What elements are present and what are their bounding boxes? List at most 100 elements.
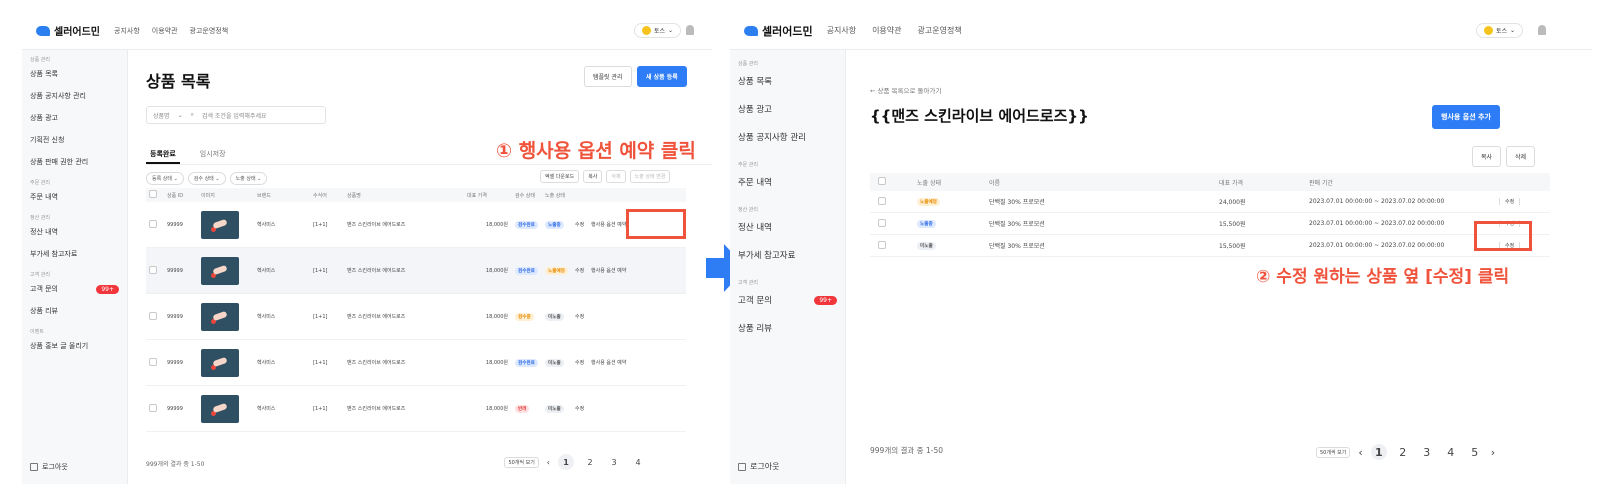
page-number[interactable]: 2	[582, 454, 598, 470]
filter-expose-status[interactable]: 노출 상태 ⌄	[229, 172, 268, 185]
filter-review-status[interactable]: 검수 상태 ⌄	[187, 172, 226, 185]
brand-logo[interactable]: 셀러어드민	[744, 23, 813, 39]
row-checkbox[interactable]	[878, 196, 886, 205]
copy-button[interactable]: 복사	[1472, 146, 1502, 167]
sidebar-item[interactable]: 고객 문의 99+	[22, 278, 127, 300]
page-number[interactable]: 1	[558, 454, 574, 470]
sidebar-item[interactable]: 부가세 참고자료	[730, 241, 845, 269]
table-row[interactable]: 노출중 단백질 30% 프로모션 15,500원 2023.07.01 00:00:0…	[870, 213, 1550, 235]
table-row[interactable]: 99999 헥사미스 [1+1] 맨즈 스킨라이브 에어드로즈 18,000원 검수중 미노…	[146, 294, 686, 340]
sidebar-item[interactable]: 정산 내역	[22, 221, 127, 243]
sidebar-item[interactable]: 상품 광고	[22, 107, 127, 129]
edit-link[interactable]: 수정	[572, 267, 588, 274]
product-name[interactable]: 맨즈 스킨라이브 에어드로즈	[344, 313, 464, 320]
search-field-select[interactable]: 상품명	[153, 111, 170, 120]
logout-button[interactable]: 로그아웃	[30, 462, 68, 472]
row-checkbox[interactable]	[149, 219, 157, 228]
table-row[interactable]: 99999 헥사미스 [1+1] 맨즈 스킨라이브 에어드로즈 18,000원 반려 미노출…	[146, 386, 686, 432]
search-bar[interactable]: 상품명 ⌄ ⌕ 검색 조건을 입력해주세요	[146, 106, 326, 124]
sidebar-item[interactable]: 상품 광고	[730, 95, 845, 123]
bell-icon[interactable]	[1538, 25, 1546, 35]
table-row[interactable]: 99999 헥사미스 [1+1] 맨즈 스킨라이브 에어드로즈 18,000원 검수완료 노…	[146, 248, 686, 294]
nav-terms[interactable]: 이용약관	[872, 25, 901, 36]
nav-notice[interactable]: 공지사항	[827, 25, 856, 36]
edit-link[interactable]: 수정	[572, 405, 588, 412]
page-number[interactable]: 3	[606, 454, 622, 470]
logout-button[interactable]: 로그아웃	[738, 461, 779, 472]
product-name[interactable]: 맨즈 스킨라이브 에어드로즈	[344, 221, 464, 228]
page-number[interactable]: 4	[630, 454, 646, 470]
product-name[interactable]: 맨즈 스킨라이브 에어드로즈	[344, 267, 464, 274]
edit-link[interactable]: 수정	[572, 221, 588, 228]
row-checkbox[interactable]	[149, 311, 157, 320]
excel-download-button[interactable]: 엑셀 다운로드	[540, 170, 580, 183]
row-checkbox[interactable]	[149, 357, 157, 366]
edit-button[interactable]: 수정	[1499, 198, 1521, 205]
sidebar-item[interactable]: 상품 판매 권한 관리	[22, 151, 127, 173]
delete-button[interactable]: 삭제	[606, 170, 626, 183]
sidebar-item[interactable]: 기획전 신청	[22, 129, 127, 151]
row-checkbox[interactable]	[878, 218, 886, 227]
sidebar-item[interactable]: 고객 문의 99+	[730, 286, 845, 314]
per-page-select[interactable]: 50개씩 보기	[504, 456, 539, 468]
table-row[interactable]: 99999 헥사미스 [1+1] 맨즈 스킨라이브 에어드로즈 18,000원 검수완료 미…	[146, 340, 686, 386]
delete-button[interactable]: 삭제	[1506, 146, 1536, 167]
table-row[interactable]: 99999 헥사미스 [1+1] 맨즈 스킨라이브 에어드로즈 18,000원 검수완료 노…	[146, 202, 686, 248]
new-product-button[interactable]: 새 상품 등록	[637, 66, 687, 87]
page-number[interactable]: 2	[1395, 444, 1411, 460]
nav-terms[interactable]: 이용약관	[152, 26, 178, 36]
sidebar-item[interactable]: 주문 내역	[730, 168, 845, 196]
page-number[interactable]: 1	[1370, 444, 1387, 460]
filter-register-status[interactable]: 등록 상태 ⌄	[146, 172, 184, 185]
event-option-reserve-link[interactable]: 행사용 옵션 예약	[588, 267, 646, 274]
step1-callout: ① 행사용 옵션 예약 클릭	[496, 140, 696, 162]
sidebar-item[interactable]: 주문 내역	[22, 186, 127, 208]
tab-draft[interactable]: 임시저장	[196, 145, 230, 164]
nav-notice[interactable]: 공지사항	[114, 26, 140, 36]
tab-registered[interactable]: 등록완료	[146, 145, 180, 164]
template-manage-button[interactable]: 템플릿 관리	[584, 66, 632, 87]
nav-ad-policy[interactable]: 광고운영정책	[918, 25, 962, 36]
prev-page-icon[interactable]: ‹	[1358, 446, 1362, 459]
prev-page-icon[interactable]: ‹	[547, 458, 550, 467]
sidebar-item[interactable]: 상품 홍보 글 올리기	[22, 335, 127, 357]
product-name[interactable]: 맨즈 스킨라이브 에어드로즈	[344, 405, 464, 412]
product-name[interactable]: 맨즈 스킨라이브 에어드로즈	[344, 359, 464, 366]
sidebar-item[interactable]: 정산 내역	[730, 213, 845, 241]
table-row[interactable]: 미노출 단백질 30% 프로모션 15,500원 2023.07.01 00:00:0…	[870, 235, 1550, 257]
select-all-checkbox[interactable]	[870, 177, 914, 187]
row-checkbox[interactable]	[149, 265, 157, 274]
brand-logo[interactable]: 셀러어드민	[36, 23, 100, 38]
sidebar-item[interactable]: 상품 목록	[22, 63, 127, 85]
edit-link[interactable]: 수정	[572, 359, 588, 366]
back-link[interactable]: ← 상품 목록으로 돌아가기	[870, 85, 941, 95]
event-option-reserve-link[interactable]: 행사용 옵션 예약	[588, 359, 646, 366]
select-all-checkbox[interactable]	[146, 190, 164, 200]
edit-link[interactable]: 수정	[572, 313, 588, 320]
sidebar-item[interactable]: 부가세 참고자료	[22, 243, 127, 265]
sidebar-item[interactable]: 상품 리뷰	[22, 300, 127, 322]
search-input[interactable]: 검색 조건을 입력해주세요	[202, 111, 267, 120]
user-menu[interactable]: 토스 ⌄	[1476, 23, 1524, 38]
copy-button[interactable]: 복사	[583, 170, 603, 183]
modifier: [1+1]	[313, 359, 328, 366]
bell-icon[interactable]	[686, 25, 694, 35]
sidebar-item[interactable]: 상품 공지사항 관리	[730, 123, 845, 151]
page-number[interactable]: 4	[1443, 444, 1459, 460]
page-number[interactable]: 3	[1419, 444, 1435, 460]
page-number[interactable]: 5	[1467, 444, 1483, 460]
row-checkbox[interactable]	[878, 240, 886, 249]
table-row[interactable]: 노출예정 단백질 30% 프로모션 24,000원 2023.07.01 00:00:…	[870, 191, 1550, 213]
next-page-icon[interactable]: ›	[1491, 446, 1495, 459]
nav-ad-policy[interactable]: 광고운영정책	[190, 26, 229, 36]
sidebar-item[interactable]: 상품 공지사항 관리	[22, 85, 127, 107]
row-checkbox[interactable]	[149, 403, 157, 412]
sidebar-item[interactable]: 상품 목록	[730, 67, 845, 95]
per-page-select[interactable]: 50개씩 보기	[1316, 446, 1351, 458]
checkbox[interactable]	[149, 190, 157, 198]
sidebar-item[interactable]: 상품 리뷰	[730, 314, 845, 342]
add-event-option-button[interactable]: 행사용 옵션 추가	[1432, 105, 1500, 129]
change-expose-button[interactable]: 노출 상태 변경	[629, 170, 671, 183]
checkbox[interactable]	[878, 177, 886, 185]
user-menu[interactable]: 토스 ⌄	[634, 23, 682, 38]
